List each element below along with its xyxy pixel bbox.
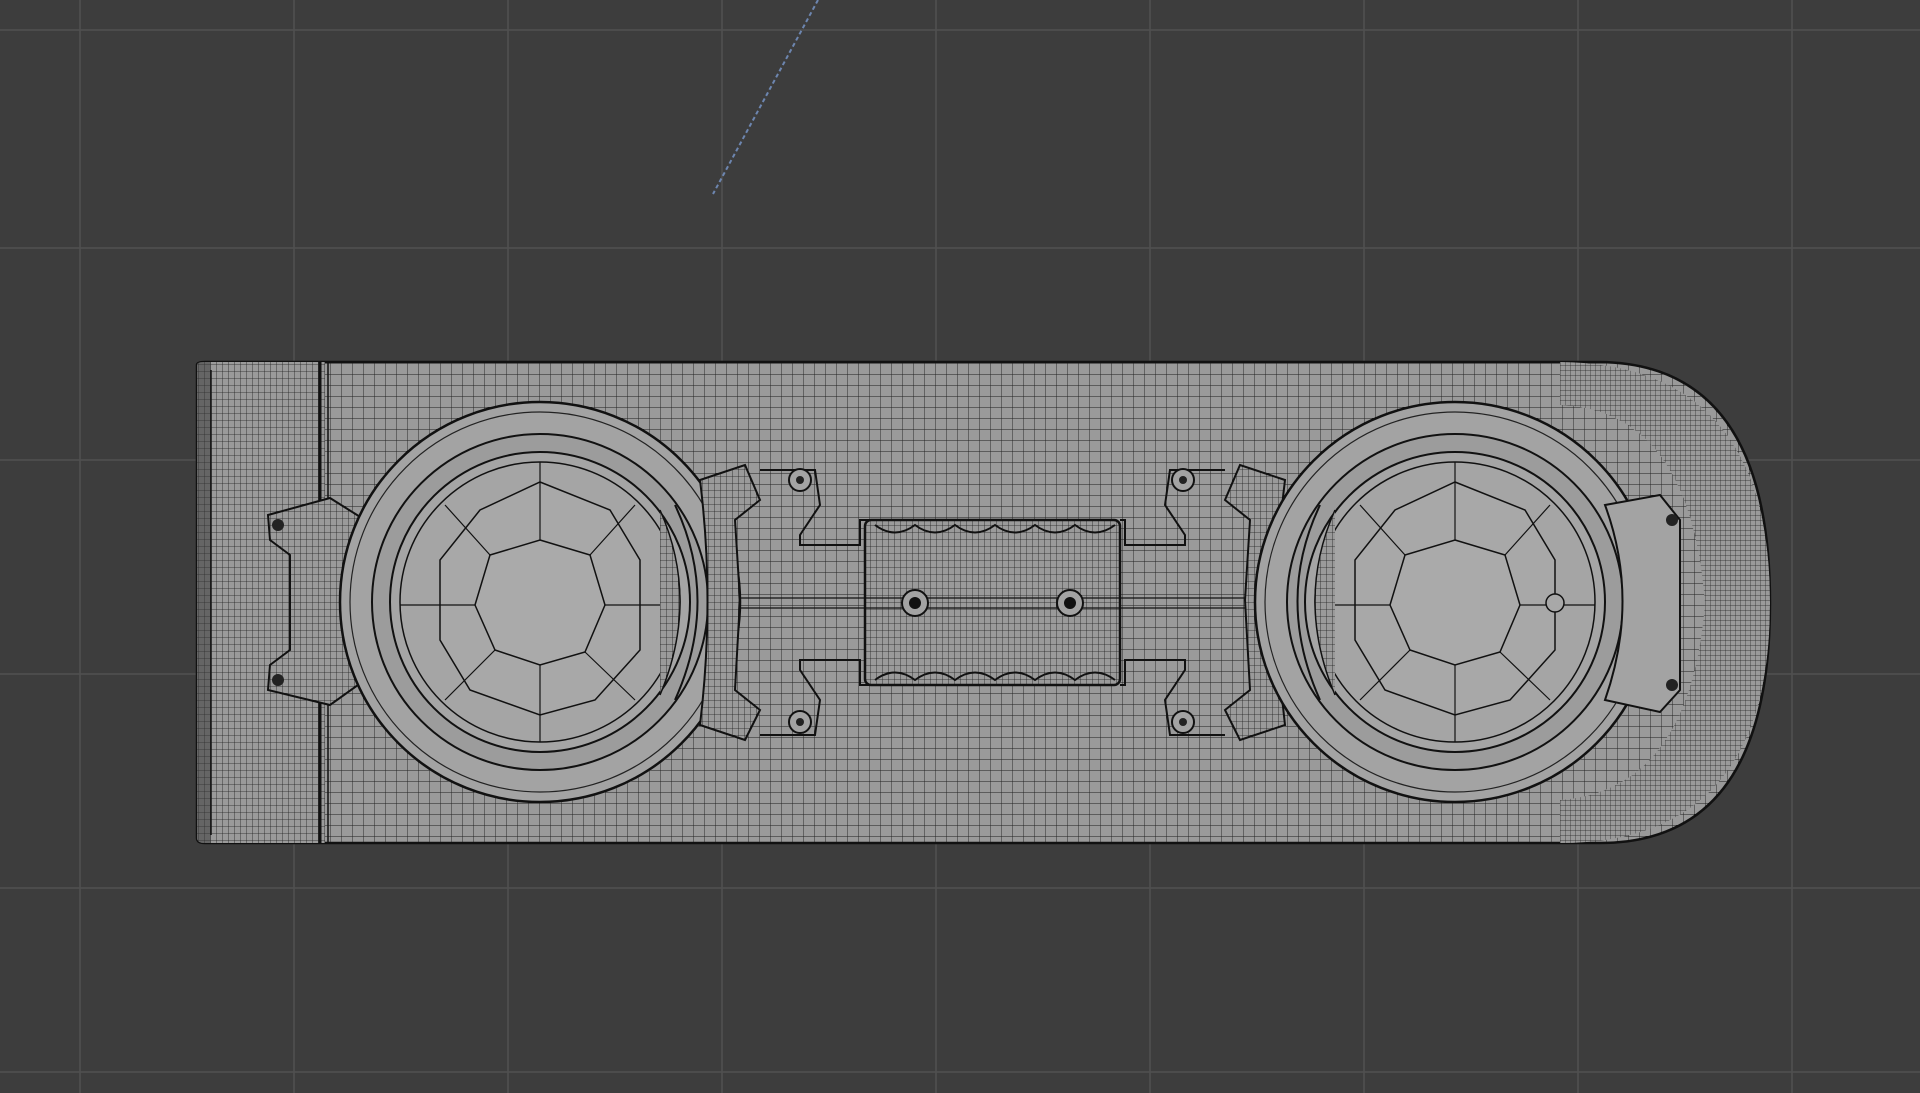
viewport-canvas[interactable]: [0, 0, 1920, 1093]
right-speaker-driver[interactable]: [1253, 400, 1657, 804]
3d-viewport[interactable]: [0, 0, 1920, 1093]
axis-line: [712, 0, 819, 195]
left-speaker-driver[interactable]: [338, 400, 742, 804]
